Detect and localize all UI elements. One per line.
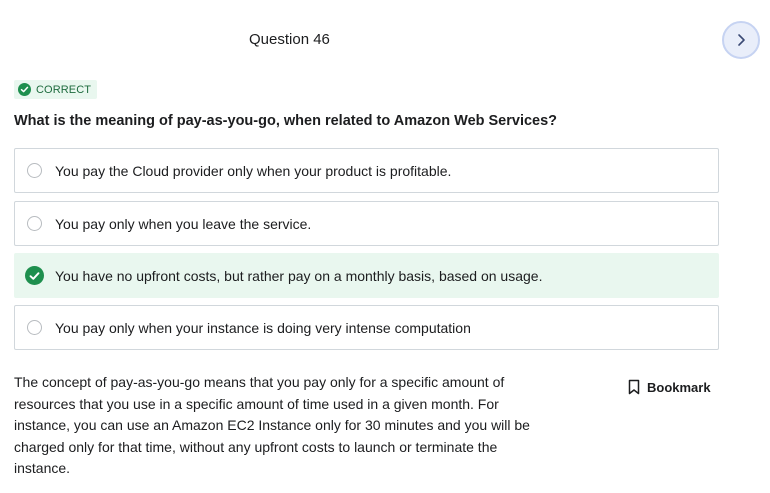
status-label: CORRECT xyxy=(36,83,92,96)
answer-option-3[interactable]: You have no upfront costs, but rather pa… xyxy=(14,253,719,298)
radio-unchecked-icon[interactable] xyxy=(27,320,42,335)
answer-option-label: You pay only when you leave the service. xyxy=(55,215,312,232)
answer-option-label: You have no upfront costs, but rather pa… xyxy=(55,267,543,284)
answer-option-label: You pay the Cloud provider only when you… xyxy=(55,162,452,179)
check-circle-icon xyxy=(18,83,31,96)
bookmark-icon xyxy=(628,379,640,395)
next-question-button[interactable] xyxy=(722,21,760,59)
question-text: What is the meaning of pay-as-you-go, wh… xyxy=(14,113,558,129)
bookmark-label: Bookmark xyxy=(647,379,711,395)
radio-unchecked-icon[interactable] xyxy=(27,216,42,231)
question-title: Question 46 xyxy=(249,31,330,48)
answer-option-label: You pay only when your instance is doing… xyxy=(55,319,471,336)
quiz-review-page: Question 46 CORRECT What is the meaning … xyxy=(0,0,770,493)
answer-option-1[interactable]: You pay the Cloud provider only when you… xyxy=(14,148,719,193)
answer-option-2[interactable]: You pay only when you leave the service. xyxy=(14,201,719,246)
radio-unchecked-icon[interactable] xyxy=(27,163,42,178)
chevron-right-icon xyxy=(738,34,745,46)
status-badge: CORRECT xyxy=(14,80,98,99)
bookmark-button[interactable]: Bookmark xyxy=(628,379,711,395)
answer-explanation: The concept of pay-as-you-go means that … xyxy=(14,374,530,477)
check-circle-icon[interactable] xyxy=(25,266,44,285)
answer-option-4[interactable]: You pay only when your instance is doing… xyxy=(14,305,719,350)
